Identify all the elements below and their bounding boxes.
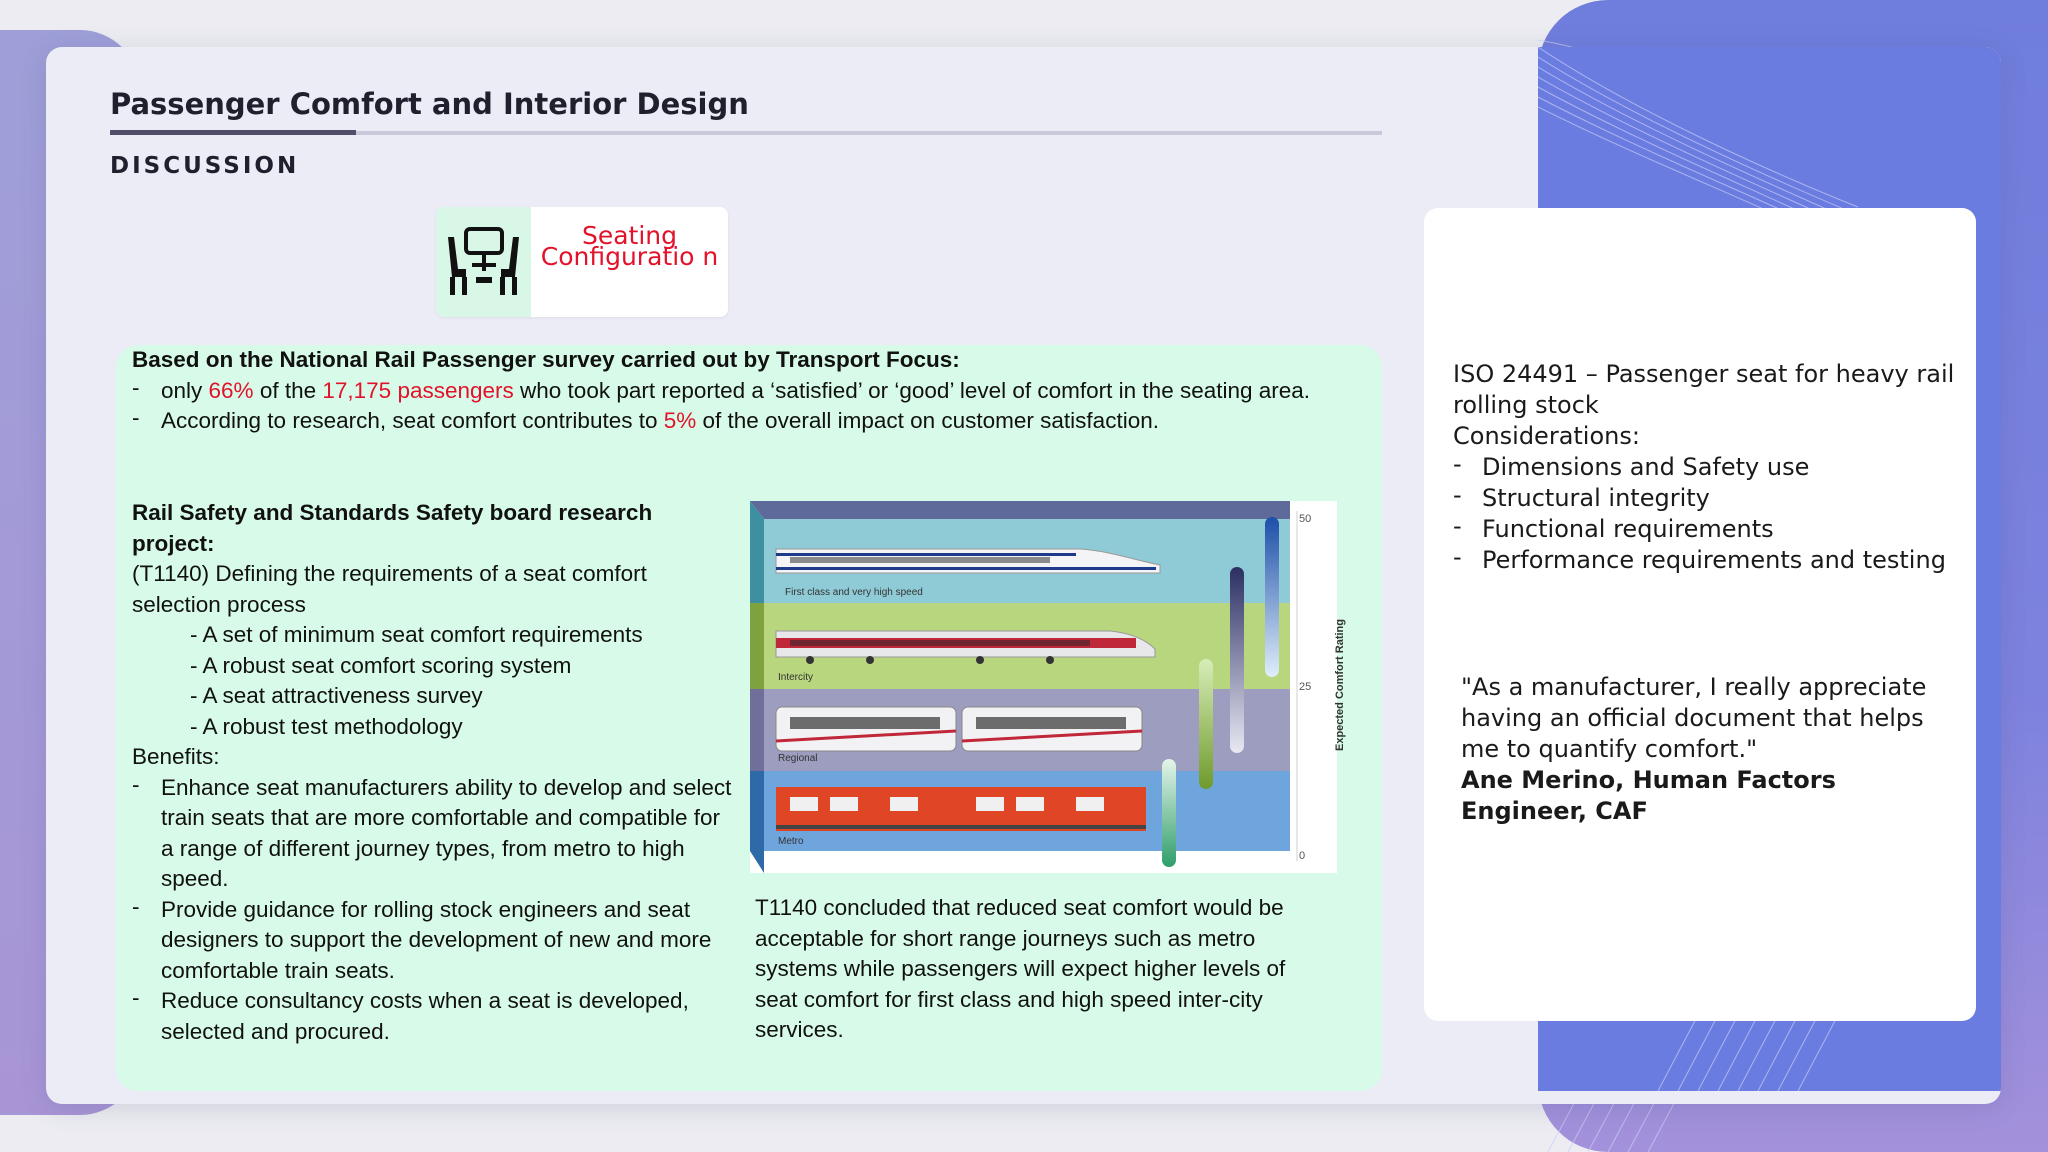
quote-text: "As a manufacturer, I really appreciate …	[1461, 673, 1927, 763]
quote-section: "As a manufacturer, I really appreciate …	[1461, 672, 1966, 827]
band-label: First class and very high speed	[785, 587, 923, 598]
list-item: only 66% of the 17,175 passengers who to…	[132, 373, 1382, 407]
figure-caption: T1140 concluded that reduced seat comfor…	[755, 895, 1286, 1042]
rssb-heading: Rail Safety and Standards Safety board r…	[132, 500, 653, 556]
axis-label: Expected Comfort Rating	[1334, 619, 1346, 752]
survey-section: Based on the National Rail Passenger sur…	[132, 345, 1382, 437]
tag-label: Seating Configuratio n	[540, 221, 719, 271]
list-item: Enhance seat manufacturers ability to de…	[132, 770, 732, 895]
text-span: According to research, seat comfort cont…	[161, 408, 664, 433]
title-divider-accent	[110, 130, 356, 135]
section-label: DISCUSSION	[110, 153, 300, 179]
comfort-bar-metro	[1162, 759, 1176, 867]
considerations-label: Considerations:	[1453, 422, 1640, 450]
rssb-section: Rail Safety and Standards Safety board r…	[132, 498, 732, 1047]
list-item: Functional requirements	[1453, 511, 1973, 545]
percent-highlight: 5%	[663, 408, 697, 433]
comfort-bar-first-class	[1265, 517, 1279, 677]
side-card	[1424, 208, 1976, 1021]
list-item: - A robust seat comfort scoring system	[190, 652, 572, 678]
list-item: - A robust test methodology	[190, 713, 463, 739]
tick-label: 50	[1299, 513, 1312, 525]
list-item: - A set of minimum seat comfort requirem…	[190, 622, 643, 647]
list-item: Performance requirements and testing	[1453, 542, 1973, 576]
tick-label: 0	[1299, 850, 1306, 862]
considerations-list: Dimensions and Safety use Structural int…	[1453, 449, 1973, 576]
list-item: Reduce consultancy costs when a seat is …	[132, 983, 732, 1047]
band-label: Intercity	[778, 672, 814, 683]
band-label: Metro	[778, 836, 804, 847]
high-speed-train	[775, 548, 1161, 574]
benefits-label: Benefits:	[132, 744, 220, 769]
quote-author: Ane Merino, Human Factors Engineer, CAF	[1461, 766, 1836, 825]
band-label: Regional	[778, 753, 818, 764]
seating-configuration-tag: Seating Configuratio n	[436, 207, 728, 317]
passenger-count-highlight: 17,175 passengers	[322, 377, 514, 403]
list-item: Dimensions and Safety use	[1453, 449, 1973, 483]
text-span: only	[161, 377, 209, 403]
band-top-edge	[750, 501, 1290, 519]
train-seating-icon	[436, 207, 531, 317]
comfort-rating-figure: First class and very high speed Intercit…	[750, 501, 1346, 873]
text-span: of the	[253, 377, 323, 403]
list-item: Structural integrity	[1453, 480, 1973, 514]
metro-train	[776, 787, 1146, 831]
list-item: According to research, seat comfort cont…	[132, 403, 1382, 437]
percent-highlight: 66%	[208, 377, 254, 403]
text-span: of the overall impact on customer satisf…	[696, 408, 1159, 433]
iso-section: ISO 24491 – Passenger seat for heavy rai…	[1453, 359, 1973, 576]
iso-title: ISO 24491 – Passenger seat for heavy rai…	[1453, 360, 1955, 419]
benefits-list: Enhance seat manufacturers ability to de…	[132, 770, 732, 1048]
list-item: Provide guidance for rolling stock engin…	[132, 892, 732, 987]
tick-label: 25	[1299, 681, 1312, 693]
comfort-bar-regional	[1199, 659, 1213, 789]
survey-bullets: only 66% of the 17,175 passengers who to…	[132, 373, 1382, 437]
list-item: - A seat attractiveness survey	[190, 683, 483, 708]
survey-heading: Based on the National Rail Passenger sur…	[132, 347, 960, 372]
rssb-intro: (T1140) Defining the requirements of a s…	[132, 561, 647, 617]
text-span: who took part reported a ‘satisfied’ or …	[513, 377, 1311, 403]
comfort-bar-intercity	[1230, 567, 1244, 753]
slide-title: Passenger Comfort and Interior Design	[110, 87, 749, 121]
